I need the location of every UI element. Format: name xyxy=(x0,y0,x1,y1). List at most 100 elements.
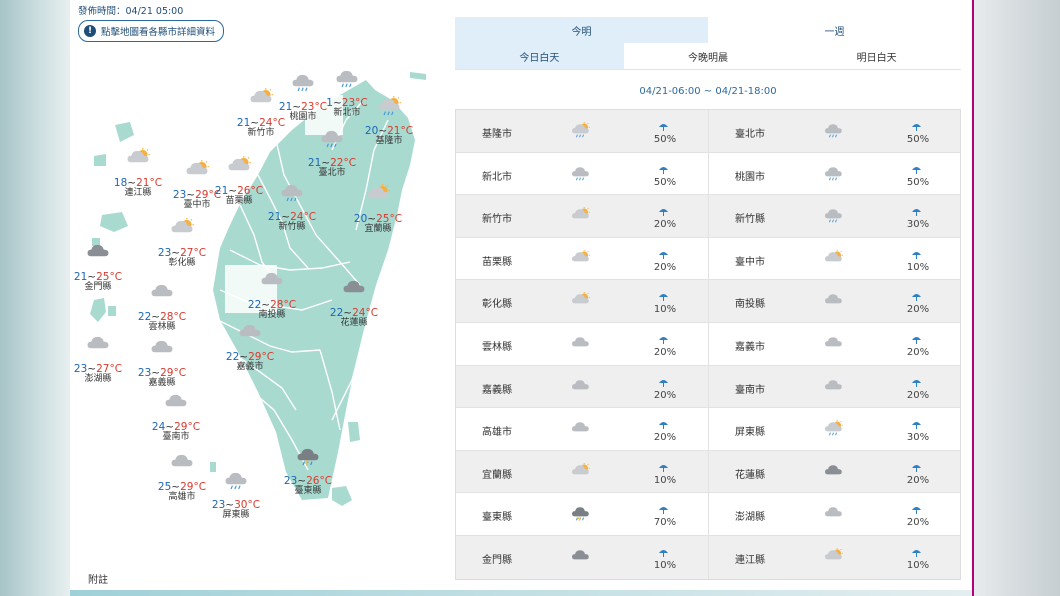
city-name: 南投縣 xyxy=(258,310,286,321)
temp-low: 20 xyxy=(353,212,368,225)
cloudy-icon xyxy=(570,378,591,398)
city-name: 新竹市 xyxy=(482,214,512,226)
city-forecast-cell[interactable]: 澎湖縣 20% xyxy=(708,493,960,535)
temp-low: 23 xyxy=(157,246,172,259)
city-forecast-cell[interactable]: 臺北市 50% xyxy=(708,110,960,152)
city-forecast-cell[interactable]: 嘉義縣 20% xyxy=(456,366,708,408)
cloudy-rain-icon xyxy=(252,182,332,206)
city-forecast-cell[interactable]: 高雄市 20% xyxy=(456,408,708,450)
table-row: 金門縣 10% 連江縣 10% xyxy=(456,535,960,579)
dark-cloud-icon xyxy=(314,278,394,302)
city-name: 臺北市 xyxy=(735,129,765,140)
city-forecast-cell[interactable]: 彰化縣 10% xyxy=(456,280,708,322)
rain-probability: 20% xyxy=(906,389,930,401)
city-forecast-cell[interactable]: 雲林縣 20% xyxy=(456,323,708,365)
storm-rain-icon xyxy=(268,446,348,470)
map-city-label[interactable]: 24~29°C 臺南市 xyxy=(136,392,216,443)
city-name: 新竹市 xyxy=(247,128,275,139)
city-forecast-cell[interactable]: 金門縣 10% xyxy=(456,536,708,579)
city-forecast-cell[interactable]: 連江縣 10% xyxy=(708,535,960,579)
temp-high: 22°C xyxy=(330,156,357,169)
rain-probability: 20% xyxy=(906,517,930,529)
temp-high: 24°C xyxy=(352,306,379,319)
city-forecast-cell[interactable]: 苗栗縣 20% xyxy=(456,238,708,280)
city-forecast-cell[interactable]: 臺中市 10% xyxy=(708,237,960,280)
rain-probability: 20% xyxy=(653,261,677,273)
map-city-label[interactable]: 23~27°C 彰化縣 xyxy=(142,218,222,269)
time-range: 04/21-06:00 ~ 04/21-18:00 xyxy=(639,86,777,97)
temp-separator: ~ xyxy=(225,498,235,511)
background-right xyxy=(972,0,1060,596)
temperature-range: 20~21°C xyxy=(365,125,413,137)
map-city-label[interactable]: 23~30°C 屏東縣 xyxy=(196,470,276,521)
cloudy-rain-icon xyxy=(570,165,591,185)
rain-probability: 20% xyxy=(653,389,677,401)
city-forecast-cell[interactable]: 臺南市 20% xyxy=(708,365,960,408)
map-city-label[interactable]: 22~28°C 雲林縣 xyxy=(122,282,202,333)
tab-tomorrow-day[interactable]: 明日白天 xyxy=(792,43,961,69)
temp-low: 22 xyxy=(329,306,344,319)
tab-tonight[interactable]: 今晚明晨 xyxy=(624,43,793,69)
map-city-label[interactable]: 21~24°C 新竹縣 xyxy=(252,182,332,233)
city-forecast-cell[interactable]: 新竹市 20% xyxy=(456,195,708,237)
temp-separator: ~ xyxy=(171,480,181,493)
map-city-label[interactable]: 22~29°C 嘉義市 xyxy=(210,322,290,373)
city-forecast-cell[interactable]: 嘉義市 20% xyxy=(708,322,960,365)
partly-cloudy-icon xyxy=(570,462,591,483)
table-row: 苗栗縣 20% 臺中市 10% xyxy=(456,237,960,281)
tab-today-day[interactable]: 今日白天 xyxy=(455,43,624,69)
temp-high: 27°C xyxy=(180,246,207,259)
map-city-label[interactable]: 21~24°C 新竹市 xyxy=(221,88,301,139)
map-city-label[interactable]: 22~28°C 南投縣 xyxy=(232,270,312,321)
temp-separator: ~ xyxy=(343,306,353,319)
table-row: 新竹市 20% 新竹縣 30% xyxy=(456,195,960,238)
temp-low: 24 xyxy=(151,420,166,433)
rain-probability: 30% xyxy=(906,219,930,231)
temp-separator: ~ xyxy=(171,246,181,259)
map-city-label[interactable]: 21~22°C 臺北市 xyxy=(292,128,372,179)
city-name: 彰化縣 xyxy=(168,258,196,269)
temp-separator: ~ xyxy=(261,298,271,311)
city-forecast-cell[interactable]: 新北市 50% xyxy=(456,153,708,195)
temp-low: 21 xyxy=(267,210,282,223)
city-forecast-cell[interactable]: 宜蘭縣 10% xyxy=(456,451,708,493)
city-forecast-cell[interactable]: 桃園市 50% xyxy=(708,152,960,195)
city-name: 彰化縣 xyxy=(482,299,512,311)
city-name: 新北市 xyxy=(482,171,512,183)
tab-tonight-label: 今晚明晨 xyxy=(688,52,728,64)
city-forecast-cell[interactable]: 花蓮縣 20% xyxy=(708,450,960,493)
city-name: 金門縣 xyxy=(482,554,512,566)
city-forecast-cell[interactable]: 臺東縣 70% xyxy=(456,493,708,535)
city-forecast-cell[interactable]: 南投縣 20% xyxy=(708,280,960,322)
rain-probability: 50% xyxy=(653,176,677,188)
temp-low: 23 xyxy=(283,474,298,487)
tab-tomorrow-day-label: 明日白天 xyxy=(856,52,897,64)
temp-separator: ~ xyxy=(87,270,97,283)
temp-high: 24°C xyxy=(290,210,317,223)
map-city-label[interactable]: 20~25°C 宜蘭縣 xyxy=(338,184,418,235)
temp-high: 29°C xyxy=(174,420,201,433)
map-city-label[interactable]: 23~29°C 嘉義縣 xyxy=(122,338,202,389)
partly-cloudy-rain-icon xyxy=(349,96,429,120)
map-city-label[interactable]: 22~24°C 花蓮縣 xyxy=(314,278,394,329)
map-city-label[interactable]: 23~26°C 臺東縣 xyxy=(268,446,348,497)
city-name: 嘉義市 xyxy=(735,341,765,353)
temperature-range: 21~24°C xyxy=(268,211,316,223)
city-forecast-cell[interactable]: 基隆市 50% xyxy=(456,110,708,152)
storm-rain-icon xyxy=(570,505,591,525)
city-name: 屏東縣 xyxy=(735,427,765,439)
tab-today-tomorrow[interactable]: 今明 xyxy=(455,17,708,43)
tab-week[interactable]: 一週 xyxy=(708,17,961,43)
table-row: 高雄市 20% 屏東縣 30% xyxy=(456,408,960,451)
footnote: 附註 xyxy=(88,575,108,586)
dark-cloud-icon xyxy=(570,548,591,568)
temp-high: 21°C xyxy=(387,124,414,137)
temperature-range: 20~25°C xyxy=(354,213,402,225)
temp-high: 30°C xyxy=(234,498,261,511)
temp-separator: ~ xyxy=(228,184,238,197)
divider-line xyxy=(972,0,974,596)
temperature-range: 22~28°C xyxy=(248,299,296,311)
city-forecast-cell[interactable]: 新竹縣 30% xyxy=(708,195,960,237)
partly-cloudy-icon xyxy=(570,249,591,270)
city-forecast-cell[interactable]: 屏東縣 30% xyxy=(708,408,960,450)
